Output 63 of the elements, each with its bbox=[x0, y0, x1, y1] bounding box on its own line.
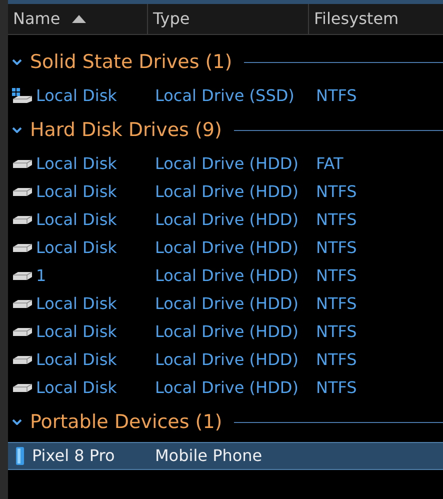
drive-name: Local Disk bbox=[36, 85, 117, 107]
chevron-icon[interactable] bbox=[12, 419, 22, 425]
drive-icon bbox=[12, 383, 32, 393]
drive-icon bbox=[12, 243, 32, 253]
drive-type: Local Drive (HDD) bbox=[155, 266, 298, 285]
drive-filesystem: FAT bbox=[316, 154, 344, 173]
drive-icon bbox=[12, 159, 32, 169]
column-header[interactable]: Name bbox=[8, 4, 148, 34]
phone-icon bbox=[16, 447, 24, 465]
drive-name: Local Disk bbox=[36, 321, 117, 343]
drive-filesystem: NTFS bbox=[316, 238, 357, 257]
drive-icon bbox=[12, 215, 32, 225]
drive-row[interactable]: Local Disk Local Drive (HDD) NTFS bbox=[8, 346, 443, 374]
drive-name: Local Disk bbox=[36, 237, 117, 259]
drive-row[interactable]: Local Disk Local Drive (HDD) NTFS bbox=[8, 374, 443, 402]
group-title: Portable Devices (1) bbox=[30, 410, 222, 435]
group-title: Solid State Drives (1) bbox=[30, 50, 232, 75]
drive-filesystem: NTFS bbox=[316, 182, 357, 201]
drive-type: Mobile Phone bbox=[155, 446, 262, 465]
drive-type: Local Drive (HDD) bbox=[155, 182, 298, 201]
drive-type: Local Drive (SSD) bbox=[155, 86, 294, 105]
chevron-icon[interactable] bbox=[12, 127, 22, 133]
chevron-icon[interactable] bbox=[12, 59, 22, 65]
drive-type: Local Drive (HDD) bbox=[155, 154, 298, 173]
drive-icon bbox=[12, 355, 32, 365]
drive-icon bbox=[12, 327, 32, 337]
drive-type: Local Drive (HDD) bbox=[155, 238, 298, 257]
drive-icon bbox=[12, 187, 32, 197]
drive-row[interactable]: Local Disk Local Drive (HDD) NTFS bbox=[8, 318, 443, 346]
drive-row[interactable]: Pixel 8 Pro Mobile Phone bbox=[8, 442, 443, 470]
drive-row[interactable]: Local Disk Local Drive (HDD) NTFS bbox=[8, 290, 443, 318]
drive-type: Local Drive (HDD) bbox=[155, 210, 298, 229]
drive-filesystem: NTFS bbox=[316, 210, 357, 229]
column-header[interactable]: Type bbox=[148, 4, 309, 34]
drive-name: Local Disk bbox=[36, 153, 117, 175]
column-header[interactable]: Filesystem bbox=[309, 4, 443, 34]
drive-type: Local Drive (HDD) bbox=[155, 294, 298, 313]
drive-icon bbox=[12, 271, 32, 281]
drive-name: Local Disk bbox=[36, 181, 117, 203]
drive-row[interactable]: Local Disk Local Drive (HDD) NTFS bbox=[8, 178, 443, 206]
drive-filesystem: NTFS bbox=[316, 322, 357, 341]
drive-name: Local Disk bbox=[36, 349, 117, 371]
drive-filesystem: NTFS bbox=[316, 86, 357, 105]
drive-name: Pixel 8 Pro bbox=[32, 445, 115, 467]
drive-row[interactable]: Local Disk Local Drive (SSD) NTFS bbox=[8, 82, 443, 110]
drive-type: Local Drive (HDD) bbox=[155, 350, 298, 369]
drive-filesystem: NTFS bbox=[316, 266, 357, 285]
drive-filesystem: NTFS bbox=[316, 350, 357, 369]
drive-name: Local Disk bbox=[36, 209, 117, 231]
group-title: Hard Disk Drives (9) bbox=[30, 118, 222, 143]
drive-filesystem: NTFS bbox=[316, 294, 357, 313]
drive-icon bbox=[12, 299, 32, 309]
drive-name: Local Disk bbox=[36, 377, 117, 399]
drive-name: Local Disk bbox=[36, 293, 117, 315]
drive-row[interactable]: Local Disk Local Drive (HDD) NTFS bbox=[8, 206, 443, 234]
drive-filesystem: NTFS bbox=[316, 378, 357, 397]
drive-type: Local Drive (HDD) bbox=[155, 378, 298, 397]
drive-row[interactable]: Local Disk Local Drive (HDD) NTFS bbox=[8, 234, 443, 262]
drive-type: Local Drive (HDD) bbox=[155, 322, 298, 341]
drive-icon bbox=[12, 88, 32, 104]
drive-row[interactable]: 1 Local Drive (HDD) NTFS bbox=[8, 262, 443, 290]
drive-name: 1 bbox=[36, 265, 46, 287]
drive-row[interactable]: Local Disk Local Drive (HDD) FAT bbox=[8, 150, 443, 178]
